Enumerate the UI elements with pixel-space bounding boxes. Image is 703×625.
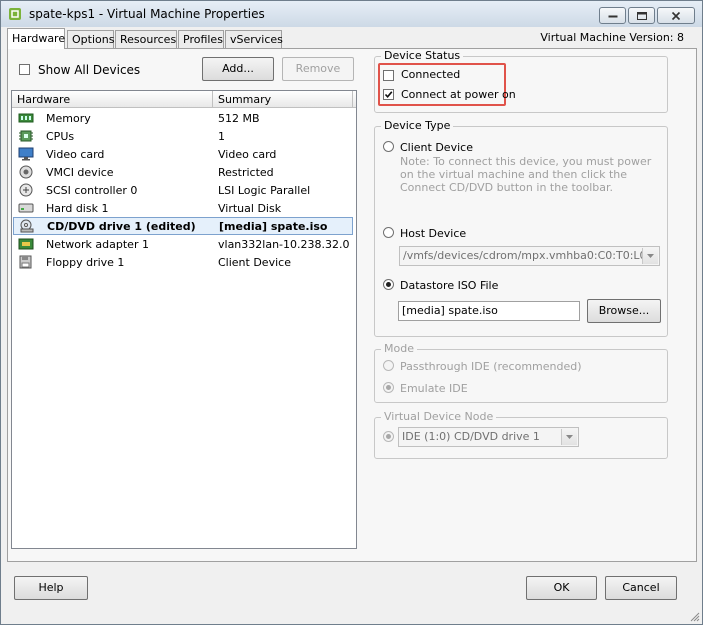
tab-vservices[interactable]: vServices <box>225 30 283 48</box>
connected-label: Connected <box>401 68 461 81</box>
maximize-icon <box>636 11 647 20</box>
cd-drive-icon <box>20 219 34 233</box>
add-button[interactable]: Add... <box>202 57 274 81</box>
cancel-button[interactable]: Cancel <box>605 576 677 600</box>
device-type-title: Device Type <box>381 119 454 132</box>
chevron-down-icon <box>561 429 577 445</box>
browse-button[interactable]: Browse... <box>587 299 661 323</box>
emulate-ide-radio[interactable] <box>383 382 394 393</box>
chevron-down-icon <box>642 248 658 264</box>
floppy-icon <box>19 255 32 269</box>
client-device-label: Client Device <box>400 141 473 154</box>
help-button[interactable]: Help <box>14 576 88 600</box>
vm-properties-window: spate-kps1 - Virtual Machine Properties … <box>0 0 703 625</box>
virtual-device-node-title: Virtual Device Node <box>381 410 497 423</box>
network-adapter-icon <box>18 238 34 250</box>
memory-icon <box>18 113 34 123</box>
emulate-ide-label: Emulate IDE <box>400 382 468 395</box>
hardware-row-network-adapter[interactable]: Network adapter 1 vlan332lan-10.238.32.0 <box>12 235 356 253</box>
hardware-row-floppy-drive[interactable]: Floppy drive 1 Client Device <box>12 253 356 271</box>
client-device-note: Note: To connect this device, you must p… <box>400 155 652 194</box>
scsi-icon <box>19 183 33 197</box>
hardware-list[interactable]: Hardware Summary Memory 512 MB CPUs 1 Vi… <box>11 90 357 549</box>
iso-path-input[interactable]: [media] spate.iso <box>398 301 580 321</box>
title-bar[interactable]: spate-kps1 - Virtual Machine Properties <box>1 1 702 27</box>
minimize-icon <box>608 15 617 17</box>
resize-grip-icon[interactable] <box>688 610 700 622</box>
hardware-row-hard-disk[interactable]: Hard disk 1 Virtual Disk <box>12 199 356 217</box>
hard-disk-icon <box>18 203 34 213</box>
hardware-row-memory[interactable]: Memory 512 MB <box>12 109 356 127</box>
minimize-button[interactable] <box>599 7 626 24</box>
hardware-list-header: Hardware Summary <box>12 91 356 108</box>
tab-hardware[interactable]: Hardware <box>7 28 65 49</box>
maximize-button[interactable] <box>628 7 655 24</box>
datastore-iso-radio[interactable] <box>383 279 394 290</box>
hardware-row-cd-dvd-drive[interactable]: CD/DVD drive 1 (edited) [media] spate.is… <box>13 217 353 235</box>
close-icon <box>671 11 681 20</box>
cpu-icon <box>19 130 33 142</box>
monitor-icon <box>18 147 34 161</box>
remove-button[interactable]: Remove <box>282 57 354 81</box>
connected-checkbox[interactable] <box>383 70 394 81</box>
host-device-label: Host Device <box>400 227 467 240</box>
show-all-devices-label: Show All Devices <box>38 63 141 77</box>
ok-button[interactable]: OK <box>526 576 597 600</box>
show-all-devices-checkbox[interactable] <box>19 64 30 75</box>
virtual-device-node-radio[interactable] <box>383 431 394 442</box>
tab-profiles[interactable]: Profiles <box>178 30 224 48</box>
virtual-device-node-dropdown[interactable]: IDE (1:0) CD/DVD drive 1 <box>398 427 579 447</box>
connect-at-power-on-label: Connect at power on <box>401 88 516 101</box>
column-header-hardware[interactable]: Hardware <box>17 93 70 106</box>
host-device-dropdown[interactable]: /vmfs/devices/cdrom/mpx.vmhba0:C0:T0:L0 <box>399 246 660 266</box>
tab-resources[interactable]: Resources <box>115 30 177 48</box>
vm-version-label: Virtual Machine Version: 8 <box>540 31 684 44</box>
tab-options[interactable]: Options <box>67 30 114 48</box>
passthrough-ide-radio[interactable] <box>383 360 394 371</box>
checkmark-icon <box>384 91 393 99</box>
client-device-radio[interactable] <box>383 141 394 152</box>
hardware-row-vmci-device[interactable]: VMCI device Restricted <box>12 163 356 181</box>
hardware-row-video-card[interactable]: Video card Video card <box>12 145 356 163</box>
window-title: spate-kps1 - Virtual Machine Properties <box>29 7 265 21</box>
close-window-button[interactable] <box>657 7 695 24</box>
column-header-summary[interactable]: Summary <box>218 93 271 106</box>
host-device-radio[interactable] <box>383 227 394 238</box>
passthrough-ide-label: Passthrough IDE (recommended) <box>400 360 582 373</box>
device-status-title: Device Status <box>381 49 464 62</box>
mode-title: Mode <box>381 342 417 355</box>
connect-at-power-on-checkbox[interactable] <box>383 89 394 100</box>
datastore-iso-label: Datastore ISO File <box>400 279 499 292</box>
vmci-icon <box>19 165 33 179</box>
hardware-row-scsi-controller[interactable]: SCSI controller 0 LSI Logic Parallel <box>12 181 356 199</box>
hardware-row-cpus[interactable]: CPUs 1 <box>12 127 356 145</box>
vm-icon <box>9 8 21 20</box>
